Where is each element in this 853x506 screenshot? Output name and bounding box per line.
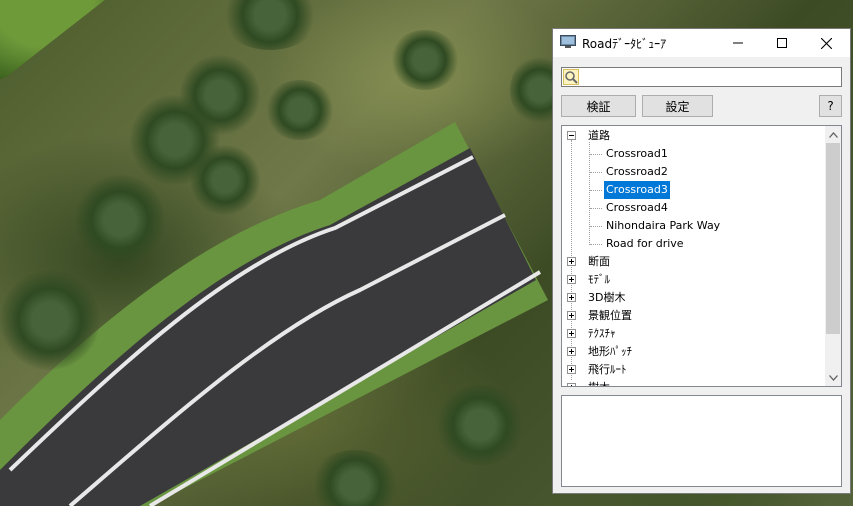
expand-toggle[interactable] bbox=[567, 365, 576, 374]
tree-node-road[interactable]: Nihondaira Park Way bbox=[606, 217, 720, 235]
collapse-toggle[interactable] bbox=[567, 131, 576, 140]
search-box[interactable] bbox=[561, 67, 842, 87]
monitor-app-icon bbox=[560, 35, 576, 48]
tree-node-trees[interactable]: 樹木 bbox=[588, 379, 610, 386]
scroll-down-button[interactable] bbox=[825, 369, 841, 386]
title-bar[interactable]: Roadﾃﾞｰﾀﾋﾞｭｰｱ bbox=[553, 29, 850, 57]
help-button[interactable]: ? bbox=[819, 95, 842, 117]
tree-node-roads[interactable]: 道路 bbox=[588, 127, 610, 145]
maximize-button[interactable] bbox=[760, 29, 804, 57]
close-icon bbox=[820, 37, 832, 49]
tree-node-road[interactable]: Crossroad4 bbox=[606, 199, 668, 217]
tree-node-flight-routes[interactable]: 飛行ﾙｰﾄ bbox=[588, 361, 627, 379]
tree bbox=[435, 385, 525, 465]
tree-node-road[interactable]: Crossroad1 bbox=[606, 145, 668, 163]
tree-node-terrain-patches[interactable]: 地形ﾊﾟｯﾁ bbox=[588, 343, 632, 361]
window-title: Roadﾃﾞｰﾀﾋﾞｭｰｱ bbox=[582, 37, 667, 51]
tree-node-road[interactable]: Crossroad2 bbox=[606, 163, 668, 181]
expand-toggle[interactable] bbox=[567, 329, 576, 338]
tree-node-road-selected[interactable]: Crossroad3 bbox=[604, 181, 670, 199]
tree-node-textures[interactable]: ﾃｸｽﾁｬ bbox=[588, 325, 616, 343]
road-data-viewer-window: Roadﾃﾞｰﾀﾋﾞｭｰｱ 検証 設定 ? 道路 Crossroad1 Cros… bbox=[552, 28, 851, 494]
tree bbox=[190, 145, 260, 215]
tree-scrollbar[interactable] bbox=[825, 126, 841, 386]
settings-button[interactable]: 設定 bbox=[642, 95, 713, 117]
tree-node-cross-sections[interactable]: 断面 bbox=[588, 253, 610, 271]
expand-toggle[interactable] bbox=[567, 293, 576, 302]
tree-node-models[interactable]: ﾓﾃﾞﾙ bbox=[588, 271, 610, 289]
tree-node-road[interactable]: Road for drive bbox=[606, 235, 684, 253]
tree bbox=[0, 270, 100, 370]
scroll-up-button[interactable] bbox=[825, 126, 841, 143]
tree-node-viewpoints[interactable]: 景観位置 bbox=[588, 307, 632, 325]
scroll-thumb[interactable] bbox=[826, 143, 840, 334]
tree bbox=[390, 30, 460, 90]
expand-toggle[interactable] bbox=[567, 311, 576, 320]
search-input[interactable] bbox=[582, 69, 842, 87]
data-tree[interactable]: 道路 Crossroad1 Crossroad2 Crossroad3 Cros… bbox=[561, 125, 842, 387]
tree-node-3d-trees[interactable]: 3D樹木 bbox=[588, 289, 625, 307]
close-button[interactable] bbox=[804, 29, 848, 57]
detail-panel[interactable] bbox=[561, 395, 842, 487]
expand-toggle[interactable] bbox=[567, 275, 576, 284]
expand-toggle[interactable] bbox=[567, 347, 576, 356]
search-icon bbox=[563, 69, 579, 85]
expand-toggle[interactable] bbox=[567, 257, 576, 266]
chevron-down-icon bbox=[828, 374, 838, 381]
chevron-up-icon bbox=[828, 131, 838, 138]
expand-toggle[interactable] bbox=[567, 383, 576, 386]
minimize-icon bbox=[733, 42, 743, 44]
tree bbox=[265, 80, 335, 140]
maximize-icon bbox=[777, 38, 787, 48]
minimize-button[interactable] bbox=[716, 29, 760, 57]
verify-button[interactable]: 検証 bbox=[561, 95, 636, 117]
tree bbox=[75, 175, 165, 265]
